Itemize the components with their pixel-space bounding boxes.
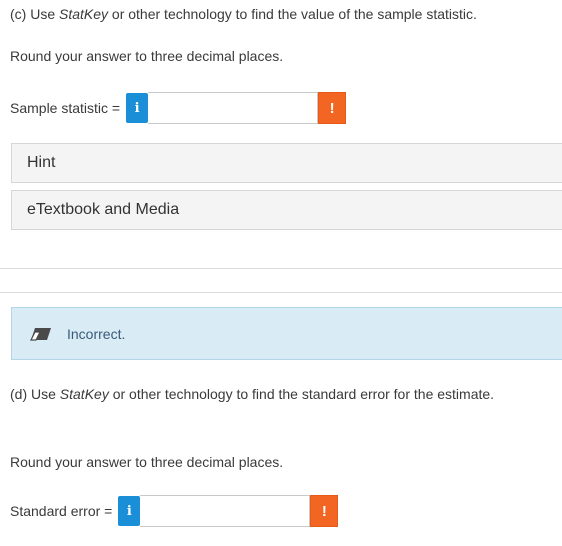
standard-error-label: Standard error = xyxy=(10,503,113,519)
part-c-prefix: (c) Use xyxy=(10,6,59,22)
warning-icon[interactable]: ! xyxy=(318,92,347,124)
section-divider xyxy=(0,268,562,269)
part-d-question: (d) Use StatKey or other technology to f… xyxy=(10,386,494,402)
etextbook-media-accordion[interactable]: eTextbook and Media xyxy=(11,190,562,230)
standard-error-input[interactable] xyxy=(140,495,311,527)
info-icon[interactable]: i xyxy=(118,496,141,526)
sample-statistic-input[interactable] xyxy=(148,92,319,124)
hint-label: Hint xyxy=(27,154,56,171)
part-c-question: (c) Use StatKey or other technology to f… xyxy=(10,6,477,22)
eraser-icon xyxy=(29,327,53,341)
section-divider xyxy=(0,292,562,293)
part-c-rounding-instruction: Round your answer to three decimal place… xyxy=(10,48,284,64)
sample-statistic-label: Sample statistic = xyxy=(10,100,121,116)
sample-statistic-row: Sample statistic = i ! xyxy=(10,92,347,124)
part-d-prefix: (d) Use xyxy=(10,386,60,402)
part-c-suffix: or other technology to find the value of… xyxy=(108,6,477,22)
feedback-banner: Incorrect. xyxy=(11,307,562,360)
hint-accordion[interactable]: Hint xyxy=(11,143,562,183)
etextbook-media-label: eTextbook and Media xyxy=(27,201,180,218)
standard-error-row: Standard error = i ! xyxy=(10,495,339,527)
info-icon[interactable]: i xyxy=(126,93,149,123)
part-d-rounding-instruction: Round your answer to three decimal place… xyxy=(10,454,284,470)
part-c-tool-name: StatKey xyxy=(59,6,109,22)
part-d-tool-name: StatKey xyxy=(59,386,109,402)
warning-icon[interactable]: ! xyxy=(310,495,339,527)
part-d-suffix: or other technology to find the standard… xyxy=(108,386,495,402)
feedback-text: Incorrect. xyxy=(67,325,126,342)
